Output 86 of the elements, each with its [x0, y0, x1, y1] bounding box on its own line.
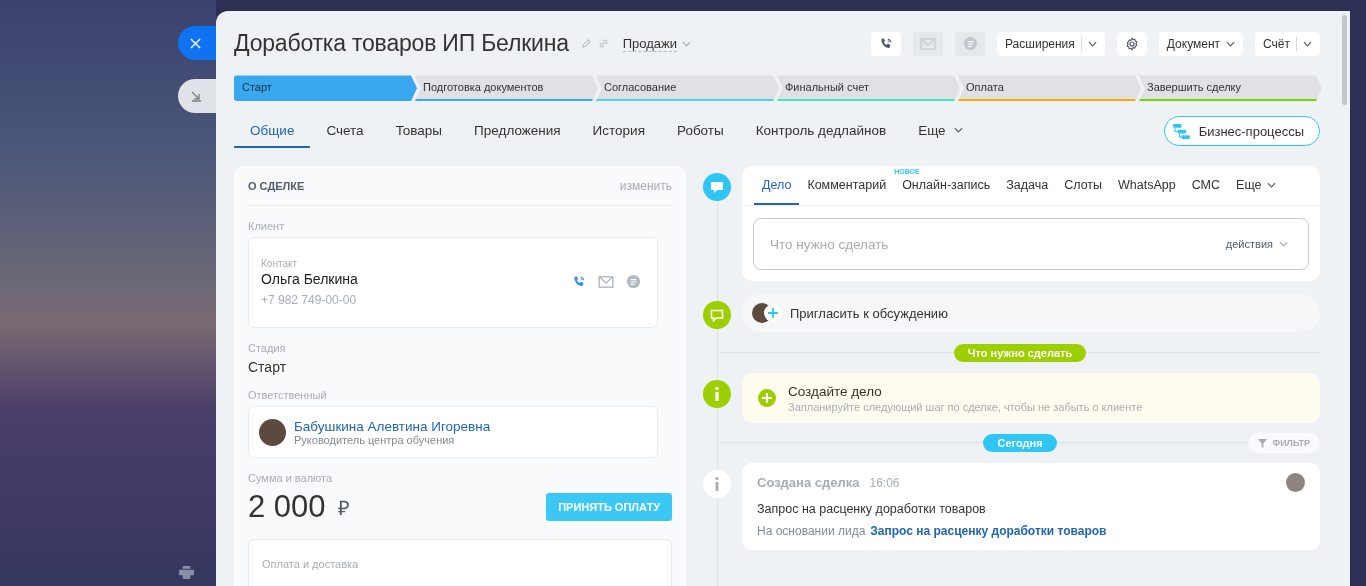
settings-button[interactable] — [1116, 31, 1147, 56]
chat-icon — [962, 36, 978, 52]
contact-label: Контакт — [261, 258, 298, 269]
lead-link[interactable]: Запрос на расценку доработки товаров — [870, 524, 1107, 538]
user-name[interactable]: Бабушкина Алевтина Игоревна — [294, 418, 491, 434]
pencil-icon[interactable] — [580, 38, 592, 50]
stage-step[interactable]: Завершить сделку — [1139, 75, 1322, 101]
field-label: Сумма и валюта — [248, 472, 334, 484]
task-input-field[interactable]: Что нужно сделать действия — [753, 218, 1309, 270]
tab[interactable]: СМС — [1183, 166, 1229, 205]
tab[interactable]: Счета — [310, 114, 380, 148]
caret-icon — [1303, 40, 1312, 47]
tab[interactable]: Роботы — [660, 114, 740, 148]
printer-icon[interactable] — [179, 566, 194, 579]
caret-icon — [1226, 40, 1236, 47]
card-hint: Запланируйте следующий шаг по сделке, чтобы не забыть о клиенте — [788, 400, 1143, 413]
event-title: Создана сделка — [757, 475, 860, 490]
more-tab[interactable]: Еще — [1228, 166, 1285, 205]
close-button[interactable] — [178, 26, 216, 60]
category-dropdown[interactable]: Продажи — [614, 35, 692, 52]
stage-step[interactable]: Согласование — [596, 75, 779, 101]
phone-icon[interactable] — [572, 274, 586, 289]
close-icon — [190, 37, 201, 49]
chat-bubble-icon — [703, 173, 731, 201]
contact-name[interactable]: Ольга Белкина — [261, 271, 358, 287]
process-icon — [1172, 123, 1190, 139]
plus-icon — [764, 304, 782, 322]
scrollbar-thumb[interactable] — [1342, 15, 1347, 105]
deal-title: Доработка товаров ИП Белкина — [234, 30, 569, 58]
event-text: Запрос на расценку доработки товаров — [757, 502, 987, 516]
call-button[interactable] — [871, 31, 901, 56]
user-position: Руководитель центра обучения — [294, 433, 455, 446]
caret-icon — [953, 127, 963, 134]
business-processes-button[interactable]: Бизнес-процессы — [1163, 116, 1320, 147]
info-icon — [703, 380, 731, 408]
tab[interactable]: Комментарий — [799, 166, 895, 205]
menu-button[interactable]: Счёт — [1255, 31, 1320, 56]
tab[interactable]: История — [576, 114, 661, 148]
more-tab[interactable]: Еще — [902, 114, 979, 148]
stage-step[interactable]: Оплата — [958, 75, 1141, 101]
date-separator-label: Сегодня — [983, 434, 1057, 452]
comment-icon — [703, 301, 731, 329]
arrow-down-right-icon — [190, 90, 202, 102]
stage-value: Старт — [248, 359, 288, 375]
filter-icon — [1258, 438, 1268, 448]
add-icon[interactable] — [758, 389, 776, 407]
minimize-button[interactable] — [178, 79, 216, 113]
menu-button[interactable]: Документ — [1158, 31, 1244, 56]
tab[interactable]: WhatsApp — [1110, 166, 1184, 205]
mail-icon — [920, 37, 936, 50]
caret-icon — [1087, 40, 1097, 47]
tab[interactable]: Контроль дедлайнов — [739, 114, 903, 148]
tab[interactable]: Общие — [234, 114, 311, 148]
deal-amount: 2 000 — [248, 489, 326, 525]
caret-icon — [682, 40, 692, 47]
phone-icon — [879, 36, 893, 51]
tab[interactable]: Товары — [379, 114, 459, 148]
caret-icon — [1267, 181, 1277, 188]
event-time: 16:06 — [869, 475, 900, 490]
menu-button[interactable]: Расширения — [997, 31, 1105, 56]
mail-icon[interactable] — [598, 275, 614, 288]
tab[interactable]: Дело — [754, 166, 800, 205]
field-label: Стадия — [248, 342, 287, 354]
card-title: Создайте дело — [788, 383, 883, 399]
info-icon — [703, 470, 731, 498]
stage-step[interactable]: Подготовка документов — [415, 75, 598, 101]
field-label: Клиент — [248, 220, 286, 232]
chat-icon[interactable] — [626, 274, 641, 289]
stage-step[interactable]: Финальный счет — [777, 75, 960, 101]
avatar — [1286, 473, 1305, 492]
invite-to-discussion-button[interactable]: Пригласить к обсуждению — [742, 294, 1320, 332]
caret-icon — [1279, 241, 1288, 247]
tab[interactable]: Предложения — [458, 114, 577, 148]
avatar — [259, 418, 286, 446]
currency-sign: ₽ — [337, 495, 350, 521]
stage-step[interactable]: Старт — [234, 75, 417, 101]
date-separator-label: Что нужно сделать — [953, 344, 1087, 362]
section-title: О СДЕЛКЕ — [248, 179, 305, 192]
field-label: Ответственный — [248, 389, 328, 401]
tab[interactable]: Слоты — [1056, 166, 1111, 205]
tab[interactable]: Задача — [998, 166, 1057, 205]
event-source-text: На основании лида — [757, 524, 866, 538]
field-label: Оплата и доставка — [262, 558, 360, 570]
link-icon[interactable] — [597, 38, 609, 50]
settings-icon — [1124, 36, 1139, 51]
actions-dropdown[interactable]: действия — [1219, 237, 1294, 251]
